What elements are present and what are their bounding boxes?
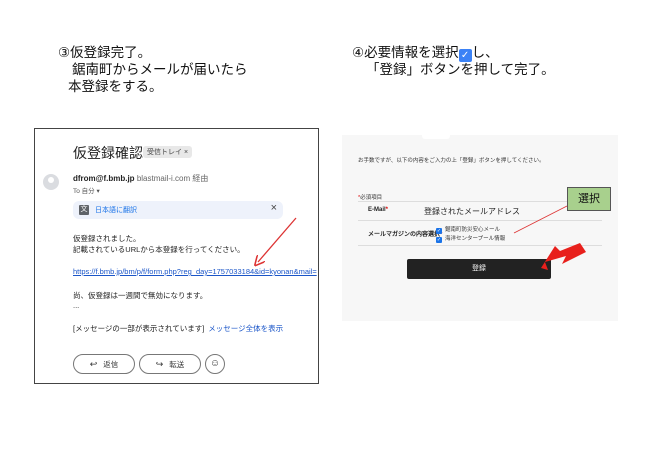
registration-link[interactable]: https://f.bmb.jp/bm/p/f/form.php?reg_day… xyxy=(73,267,317,276)
step3-line2: 鋸南町からメールが届いたら xyxy=(72,62,248,78)
expire-note: 尚、仮登録は一週間で無効になります。 xyxy=(73,291,208,300)
option-pool[interactable]: ✓ 海洋センタープール情報 xyxy=(436,234,505,243)
inbox-badge[interactable]: 受信トレイ × xyxy=(143,146,193,158)
close-icon[interactable]: × xyxy=(271,202,277,214)
step4-line2: 「登録」ボタンを押して完了。 xyxy=(366,62,555,78)
email-field[interactable]: 登録されたメールアドレス xyxy=(424,206,520,217)
email-label: E-Mail* xyxy=(368,207,388,213)
forward-label: 転送 xyxy=(169,360,185,369)
magazine-label-text: メールマガジンの内容選択 xyxy=(368,232,441,238)
translate-link[interactable]: 日本語に翻訳 xyxy=(95,205,137,215)
step4-line1-text: ④必要情報を選択 xyxy=(352,45,459,61)
divider xyxy=(358,245,602,246)
option-label: 海洋センタープール情報 xyxy=(445,236,506,242)
form-panel: お手数ですが、以下の内容をご入力の上「登録」ボタンを押してください。 *必須項目… xyxy=(342,135,618,321)
magazine-label: メールマガジンの内容選択* xyxy=(368,229,442,238)
emoji-button[interactable]: ☺ xyxy=(205,354,225,374)
step3-line3: 本登録をする。 xyxy=(68,79,163,95)
step3-instruction: ③仮登録完了。 鋸南町からメールが届いたら 本登録をする。 xyxy=(58,45,248,96)
translate-icon: 文 xyxy=(79,205,89,215)
body-line-2: 記載されているURLから本登録を行ってください。 xyxy=(73,245,245,254)
checkmark-icon: ✓ xyxy=(458,49,472,62)
option-bousai[interactable]: ✓ 鋸南町防災安心メール xyxy=(436,225,500,234)
forward-icon: ↪ xyxy=(155,359,164,369)
avatar xyxy=(43,174,59,190)
truncated-text: [メッセージの一部が表示されています] xyxy=(73,324,205,333)
show-all-link[interactable]: メッセージ全体を表示 xyxy=(208,324,283,333)
reply-button[interactable]: ↩ 返信 xyxy=(73,354,135,374)
reply-icon: ↩ xyxy=(89,359,98,369)
sender-line: dfrom@f.bmb.jp blastmail-i.com 経由 xyxy=(73,173,208,184)
truncated-notice: [メッセージの一部が表示されています] メッセージ全体を表示 xyxy=(73,323,283,334)
ellipsis: ... xyxy=(73,301,80,310)
select-callout: 選択 xyxy=(567,187,611,211)
email-label-text: E-Mail xyxy=(368,207,386,213)
form-intro: お手数ですが、以下の内容をご入力の上「登録」ボタンを押してください。 xyxy=(358,158,545,164)
divider xyxy=(358,220,602,221)
required-note: *必須項目 xyxy=(358,193,382,201)
step4-line1: ④必要情報を選択 ✓ し、 xyxy=(352,45,555,62)
sender-address: dfrom@f.bmb.jp xyxy=(73,174,135,183)
reply-label: 返信 xyxy=(103,360,119,369)
body-line-1: 仮登録されました。 xyxy=(73,234,141,243)
recipient-dropdown[interactable]: To 自分 ▾ xyxy=(73,185,100,195)
panel-tab xyxy=(422,135,450,139)
checkbox-icon[interactable]: ✓ xyxy=(436,237,442,243)
submit-button[interactable]: 登録 xyxy=(407,259,551,279)
option-label: 鋸南町防災安心メール xyxy=(445,227,501,233)
forward-button[interactable]: ↪ 転送 xyxy=(139,354,201,374)
email-star: * xyxy=(385,207,389,213)
sender-via: blastmail-i.com 経由 xyxy=(136,174,209,183)
translate-bar: 文 日本語に翻訳 × xyxy=(73,201,283,219)
email-subject: 仮登録確認 xyxy=(73,145,143,161)
step4-line1-end: し、 xyxy=(471,45,499,61)
step4-instruction: ④必要情報を選択 ✓ し、 「登録」ボタンを押して完了。 xyxy=(352,45,555,79)
divider xyxy=(358,201,602,202)
step3-line1: ③仮登録完了。 xyxy=(58,45,152,61)
email-panel: 仮登録確認 受信トレイ × dfrom@f.bmb.jp blastmail-i… xyxy=(34,128,319,384)
